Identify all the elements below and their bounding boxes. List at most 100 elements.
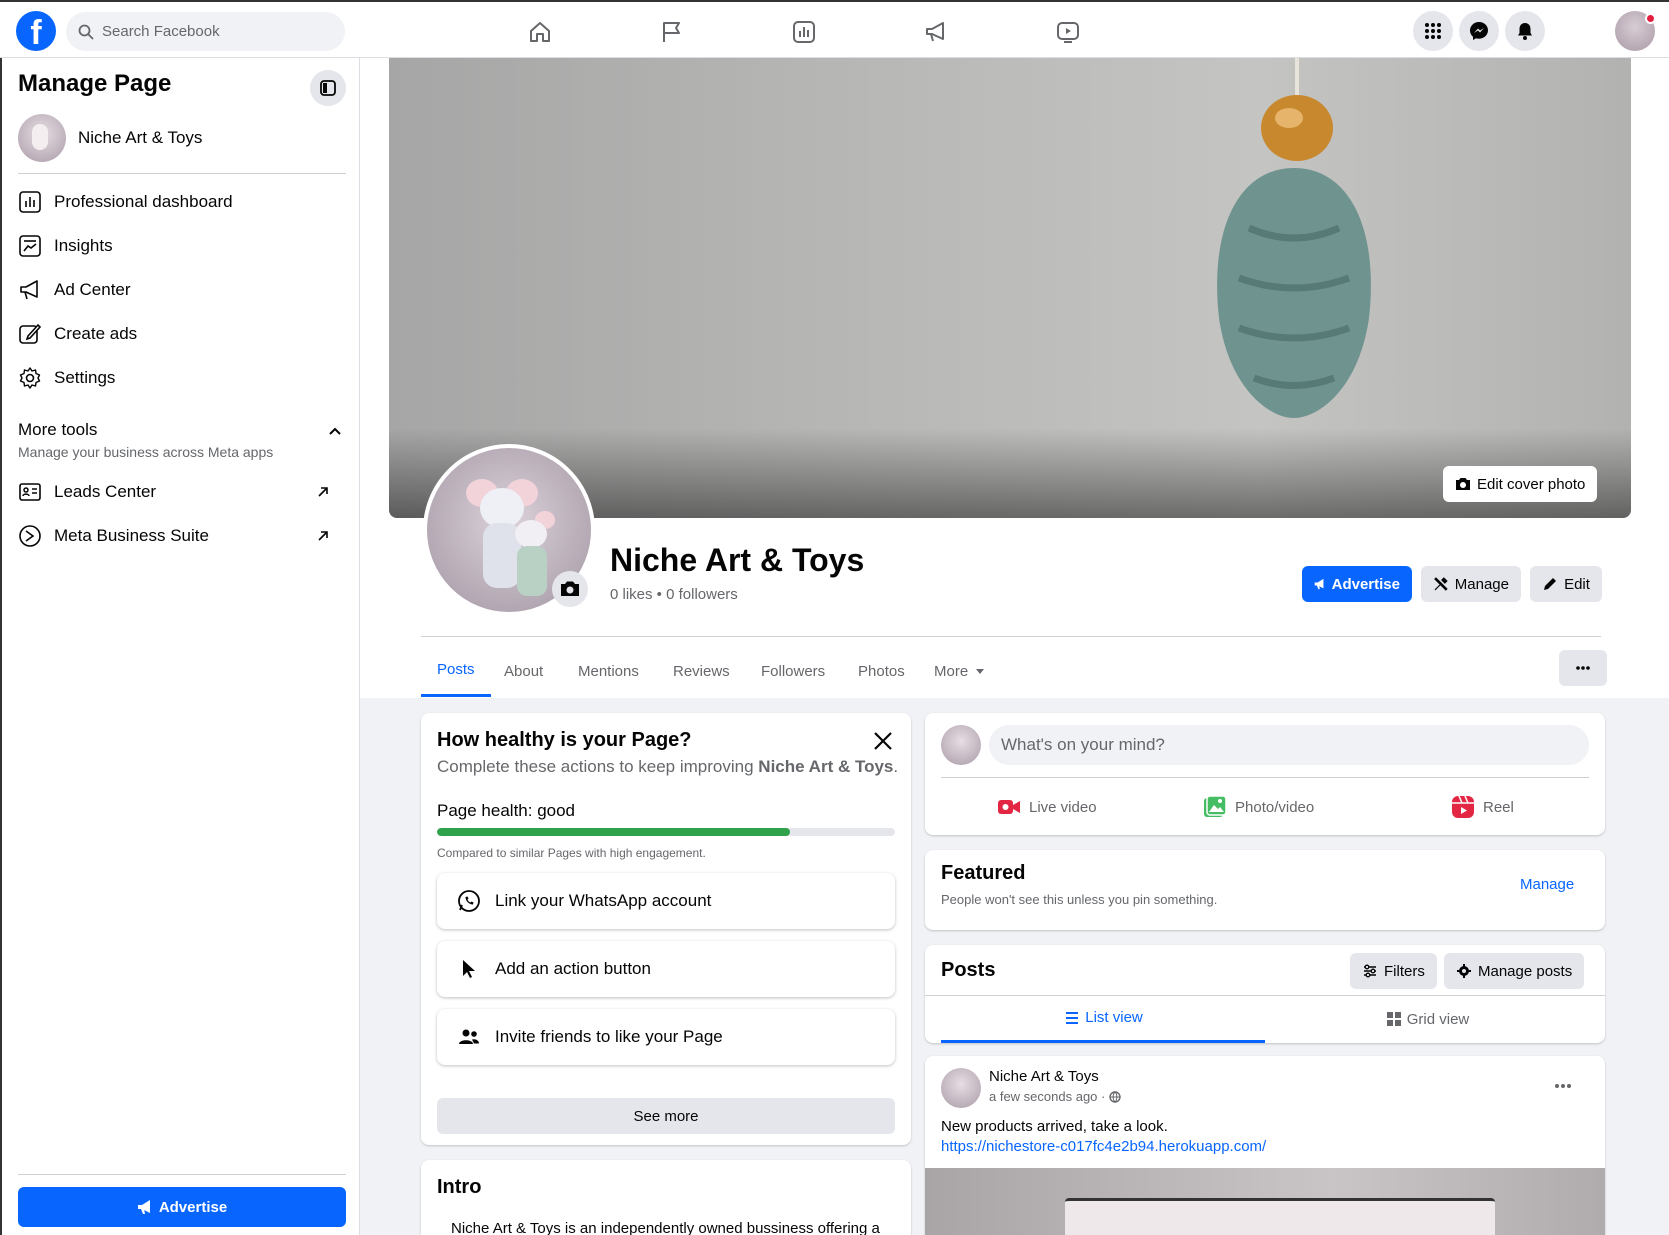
facebook-logo-icon[interactable]: f (16, 11, 56, 51)
tabs-divider (421, 636, 1601, 637)
sidebar-page-name: Niche Art & Toys (78, 128, 203, 147)
sidebar-item-leads-center[interactable]: Leads Center (18, 472, 346, 512)
top-navbar: f (0, 0, 1669, 58)
close-icon[interactable] (871, 729, 895, 753)
edit-cover-label: Edit cover photo (1477, 475, 1586, 493)
sidebar-advertise-button[interactable]: Advertise (18, 1187, 346, 1227)
home-icon[interactable] (527, 19, 553, 45)
sidebar-item-insights[interactable]: Insights (18, 226, 346, 266)
edit-cover-photo-button[interactable]: Edit cover photo (1443, 466, 1598, 502)
tab-more[interactable]: More (918, 645, 1002, 697)
invite-friends-button[interactable]: Invite friends to like your Page (437, 1009, 895, 1065)
post-author-avatar[interactable] (941, 1068, 981, 1108)
grid-view-tab[interactable]: Grid view (1265, 995, 1589, 1043)
cover-photo[interactable] (389, 58, 1631, 518)
health-progress-fill (437, 828, 790, 836)
health-subtitle: Complete these actions to keep improving… (437, 757, 898, 777)
leads-icon (19, 483, 41, 501)
bell-icon[interactable] (1505, 11, 1545, 51)
post-time-text: a few seconds ago · (989, 1089, 1106, 1104)
whats-on-your-mind-input[interactable] (989, 725, 1589, 765)
messenger-icon[interactable] (1459, 11, 1499, 51)
insights-icon (19, 235, 41, 257)
update-profile-picture-icon[interactable] (552, 571, 588, 607)
tab-more-label: More (934, 662, 969, 680)
more-options-icon[interactable] (1559, 650, 1607, 686)
dashboard-icon (19, 191, 41, 213)
health-compared-text: Compared to similar Pages with high enga… (437, 846, 706, 860)
list-view-label: List view (1085, 1009, 1143, 1026)
search-icon (78, 24, 94, 40)
sidebar-item-professional-dashboard[interactable]: Professional dashboard (18, 182, 346, 222)
post-image-content (1065, 1198, 1495, 1235)
more-tools-title: More tools (18, 420, 98, 439)
live-video-button[interactable]: Live video (997, 787, 1097, 827)
see-more-button[interactable]: See more (437, 1098, 895, 1134)
sidebar-item-label: Insights (54, 236, 113, 255)
sidebar-item-label: Professional dashboard (54, 192, 233, 211)
add-action-button[interactable]: Add an action button (437, 941, 895, 997)
post-link[interactable]: https://nichestore-c017fc4e2b94.herokuap… (941, 1138, 1266, 1155)
manage-page-sidebar: Manage Page Niche Art & Toys Professiona… (0, 58, 360, 1235)
search-box[interactable] (66, 12, 345, 51)
pencil-icon (1544, 578, 1557, 590)
divider (941, 777, 1589, 778)
manage-label: Manage (1454, 575, 1509, 593)
sidebar-item-meta-business-suite[interactable]: Meta Business Suite (18, 516, 346, 556)
tools-icon (1434, 577, 1448, 591)
tab-mentions[interactable]: Mentions (562, 645, 655, 697)
list-icon (1066, 1011, 1079, 1024)
filter-icon (1364, 964, 1376, 978)
sidebar-page-switcher[interactable]: Niche Art & Toys (18, 114, 202, 162)
globe-icon (1109, 1090, 1122, 1103)
manage-button[interactable]: Manage (1421, 566, 1521, 602)
action-label: Invite friends to like your Page (495, 1027, 723, 1046)
advertise-button[interactable]: Advertise (1302, 566, 1412, 602)
insights-icon[interactable] (791, 19, 817, 45)
health-subtitle-page: Niche Art & Toys (758, 757, 894, 776)
tab-posts[interactable]: Posts (421, 645, 491, 697)
edit-button[interactable]: Edit (1530, 566, 1602, 602)
sidebar-item-ad-center[interactable]: Ad Center (18, 270, 346, 310)
divider (18, 1174, 346, 1175)
sidebar-item-label: Create ads (54, 324, 138, 343)
list-view-tab[interactable]: List view (941, 995, 1265, 1043)
post-image[interactable] (925, 1168, 1605, 1235)
sidebar-item-create-ads[interactable]: Create ads (18, 314, 346, 354)
more-tools-section[interactable]: More tools Manage your business across M… (18, 420, 346, 460)
tab-reviews[interactable]: Reviews (657, 645, 746, 697)
page-stats: 0 likes • 0 followers (610, 586, 738, 603)
megaphone-icon[interactable] (923, 19, 949, 45)
link-whatsapp-button[interactable]: Link your WhatsApp account (437, 873, 895, 929)
gear-icon (19, 367, 41, 389)
flag-icon[interactable] (659, 19, 685, 45)
caret-down-icon (976, 669, 985, 674)
photo-video-button[interactable]: Photo/video (1203, 787, 1314, 827)
menu-grid-icon[interactable] (1413, 11, 1453, 51)
external-link-icon (318, 531, 328, 541)
intro-text: Niche Art & Toys is an independently own… (451, 1220, 880, 1235)
filters-button[interactable]: Filters (1350, 953, 1437, 989)
post-options-icon[interactable] (1551, 1074, 1575, 1098)
whatsapp-icon (458, 890, 480, 912)
sidebar-item-settings[interactable]: Settings (18, 358, 346, 398)
notification-dot (1645, 13, 1656, 24)
edit-label: Edit (1564, 575, 1590, 593)
reel-button[interactable]: Reel (1451, 787, 1514, 827)
sidebar-advertise-label: Advertise (158, 1198, 228, 1216)
collapse-sidebar-icon[interactable] (310, 70, 346, 106)
more-tools-subtitle: Manage your business across Meta apps (18, 444, 274, 460)
tab-followers[interactable]: Followers (745, 645, 841, 697)
featured-manage-link[interactable]: Manage (1520, 876, 1574, 893)
chevron-up-icon[interactable] (328, 424, 342, 438)
health-progress-bar (437, 828, 895, 836)
filters-label: Filters (1384, 962, 1425, 980)
search-input[interactable] (102, 23, 322, 40)
post-author[interactable]: Niche Art & Toys (989, 1068, 1099, 1085)
manage-posts-button[interactable]: Manage posts (1444, 953, 1585, 989)
tab-about[interactable]: About (488, 645, 559, 697)
tab-photos[interactable]: Photos (842, 645, 921, 697)
video-icon[interactable] (1055, 19, 1081, 45)
megaphone-icon (1314, 578, 1324, 590)
action-label: Link your WhatsApp account (495, 891, 712, 910)
